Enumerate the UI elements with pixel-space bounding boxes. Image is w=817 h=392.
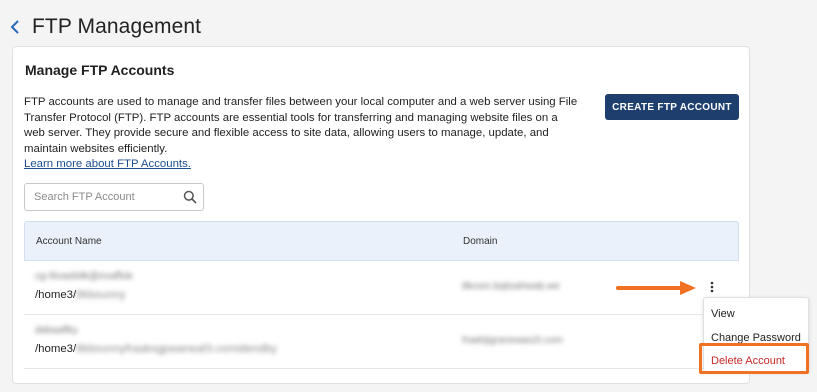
search-icon[interactable]	[176, 184, 203, 210]
account-domain: 8kcsm.bqtisahwab.we	[462, 281, 560, 292]
path-prefix: /home3/	[35, 343, 77, 355]
page-header: FTP Management	[10, 13, 201, 41]
kebab-vertical-icon[interactable]	[706, 279, 718, 295]
menu-item-view[interactable]: View	[711, 308, 735, 320]
chevron-left-icon[interactable]	[10, 17, 24, 37]
manage-ftp-card: Manage FTP Accounts FTP accounts are use…	[12, 46, 750, 384]
account-path: /home3/8kbounnyfraaksgpwaneaf3.comidendb…	[35, 343, 277, 355]
account-name: dabaaflky	[35, 325, 78, 336]
arrow-right-icon	[616, 281, 696, 295]
table-header: Account Name Domain	[24, 221, 739, 261]
search-box	[24, 183, 204, 211]
page-title: FTP Management	[32, 15, 202, 38]
description-text: FTP accounts are used to manage and tran…	[24, 96, 578, 155]
path-prefix: /home3/	[35, 289, 77, 301]
path-rest: 8kbounny	[76, 289, 126, 301]
account-path: /home3/8kbounny	[35, 289, 126, 301]
table-row: dabaaflky /home3/8kbounnyfraaksgpwaneaf3…	[24, 315, 739, 369]
menu-item-change-password[interactable]: Change Password	[711, 332, 801, 344]
create-ftp-account-button[interactable]: CREATE FTP ACCOUNT	[605, 94, 739, 120]
menu-item-delete-account[interactable]: Delete Account	[711, 355, 785, 367]
card-title: Manage FTP Accounts	[25, 62, 175, 78]
row-actions-menu: View Change Password Delete Account	[703, 297, 809, 372]
column-header-domain: Domain	[463, 236, 498, 247]
description: FTP accounts are used to manage and tran…	[24, 95, 580, 173]
ftp-accounts-table: Account Name Domain cg-9ivaeb9k@evaffisk…	[24, 221, 739, 385]
account-domain: fraahjigranewas2t.com	[462, 335, 563, 346]
account-name: cg-9ivaeb9k@evaffisk	[35, 271, 133, 282]
path-rest: 8kbounnyfraaksgpwaneaf3.comidendby	[76, 343, 277, 355]
search-input[interactable]	[25, 191, 176, 203]
column-header-account-name: Account Name	[36, 236, 102, 247]
learn-more-link[interactable]: Learn more about FTP Accounts.	[24, 158, 191, 170]
